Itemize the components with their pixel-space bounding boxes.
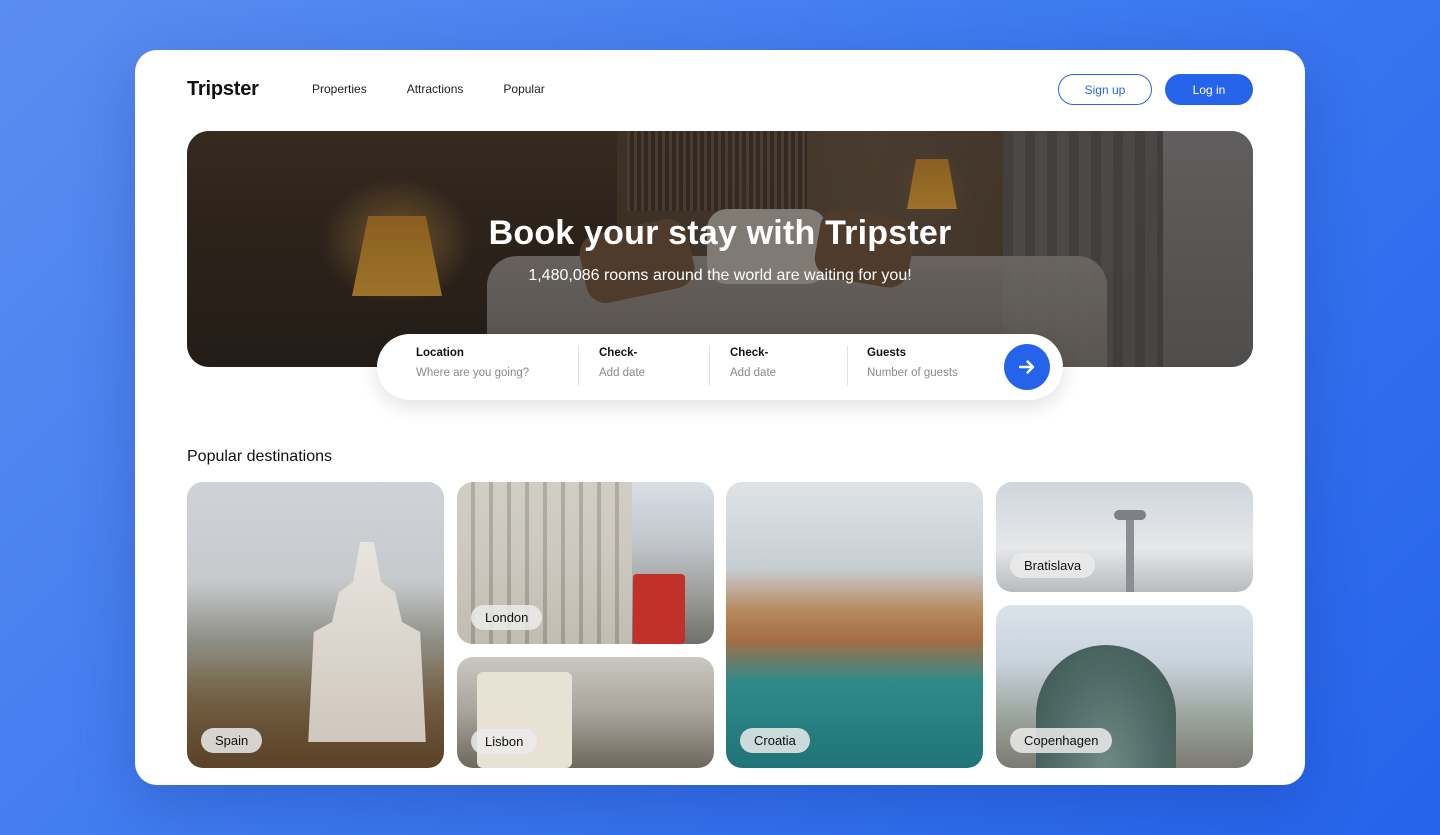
main-card: Tripster Properties Attractions Popular …: [135, 50, 1305, 785]
check-out-label: Check-: [730, 347, 769, 359]
hero-subtitle: 1,480,086 rooms around the world are wai…: [528, 267, 912, 284]
hero-title: Book your stay with Tripster: [488, 214, 952, 252]
destination-card-croatia[interactable]: Croatia: [726, 482, 983, 768]
location-field[interactable]: Location Where are you going?: [416, 347, 529, 379]
nav-properties[interactable]: Properties: [312, 82, 367, 96]
divider: [578, 346, 579, 386]
destination-label: London: [471, 605, 543, 630]
check-in-placeholder[interactable]: Add date: [599, 367, 645, 379]
destination-image: [308, 542, 426, 742]
guests-field[interactable]: Guests Number of guests: [867, 347, 958, 379]
destination-label: Copenhagen: [1010, 728, 1113, 753]
check-out-placeholder[interactable]: Add date: [730, 367, 776, 379]
destination-card-bratislava[interactable]: Bratislava: [996, 482, 1253, 592]
check-in-label: Check-: [599, 347, 638, 359]
divider: [709, 346, 710, 386]
destination-label: Croatia: [740, 728, 810, 753]
destination-label: Bratislava: [1010, 553, 1096, 578]
top-nav: Properties Attractions Popular: [312, 82, 545, 96]
hero-banner: Book your stay with Tripster 1,480,086 r…: [187, 131, 1253, 367]
nav-attractions[interactable]: Attractions: [407, 82, 464, 96]
arrow-right-icon: [1017, 357, 1037, 377]
destination-image: [1114, 510, 1146, 520]
guests-label: Guests: [867, 347, 906, 359]
check-in-field[interactable]: Check- Add date: [599, 347, 645, 379]
divider: [847, 346, 848, 386]
check-out-field[interactable]: Check- Add date: [730, 347, 776, 379]
destination-card-copenhagen[interactable]: Copenhagen: [996, 605, 1253, 768]
section-title: Popular destinations: [187, 448, 332, 465]
destination-label: Lisbon: [471, 729, 538, 754]
search-submit-button[interactable]: [1004, 344, 1050, 390]
nav-popular[interactable]: Popular: [503, 82, 544, 96]
destination-image: [1126, 512, 1134, 592]
log-in-button[interactable]: Log in: [1165, 74, 1253, 105]
location-label: Location: [416, 347, 464, 359]
destination-card-lisbon[interactable]: Lisbon: [457, 657, 714, 768]
guests-placeholder[interactable]: Number of guests: [867, 367, 958, 379]
destination-card-london[interactable]: London: [457, 482, 714, 644]
destination-image: [633, 574, 685, 644]
location-placeholder[interactable]: Where are you going?: [416, 367, 529, 379]
logo[interactable]: Tripster: [187, 78, 259, 101]
sign-up-button[interactable]: Sign up: [1058, 74, 1152, 105]
destination-label: Spain: [201, 728, 263, 753]
destination-card-spain[interactable]: Spain: [187, 482, 444, 768]
search-bar: Location Where are you going? Check- Add…: [377, 334, 1063, 400]
